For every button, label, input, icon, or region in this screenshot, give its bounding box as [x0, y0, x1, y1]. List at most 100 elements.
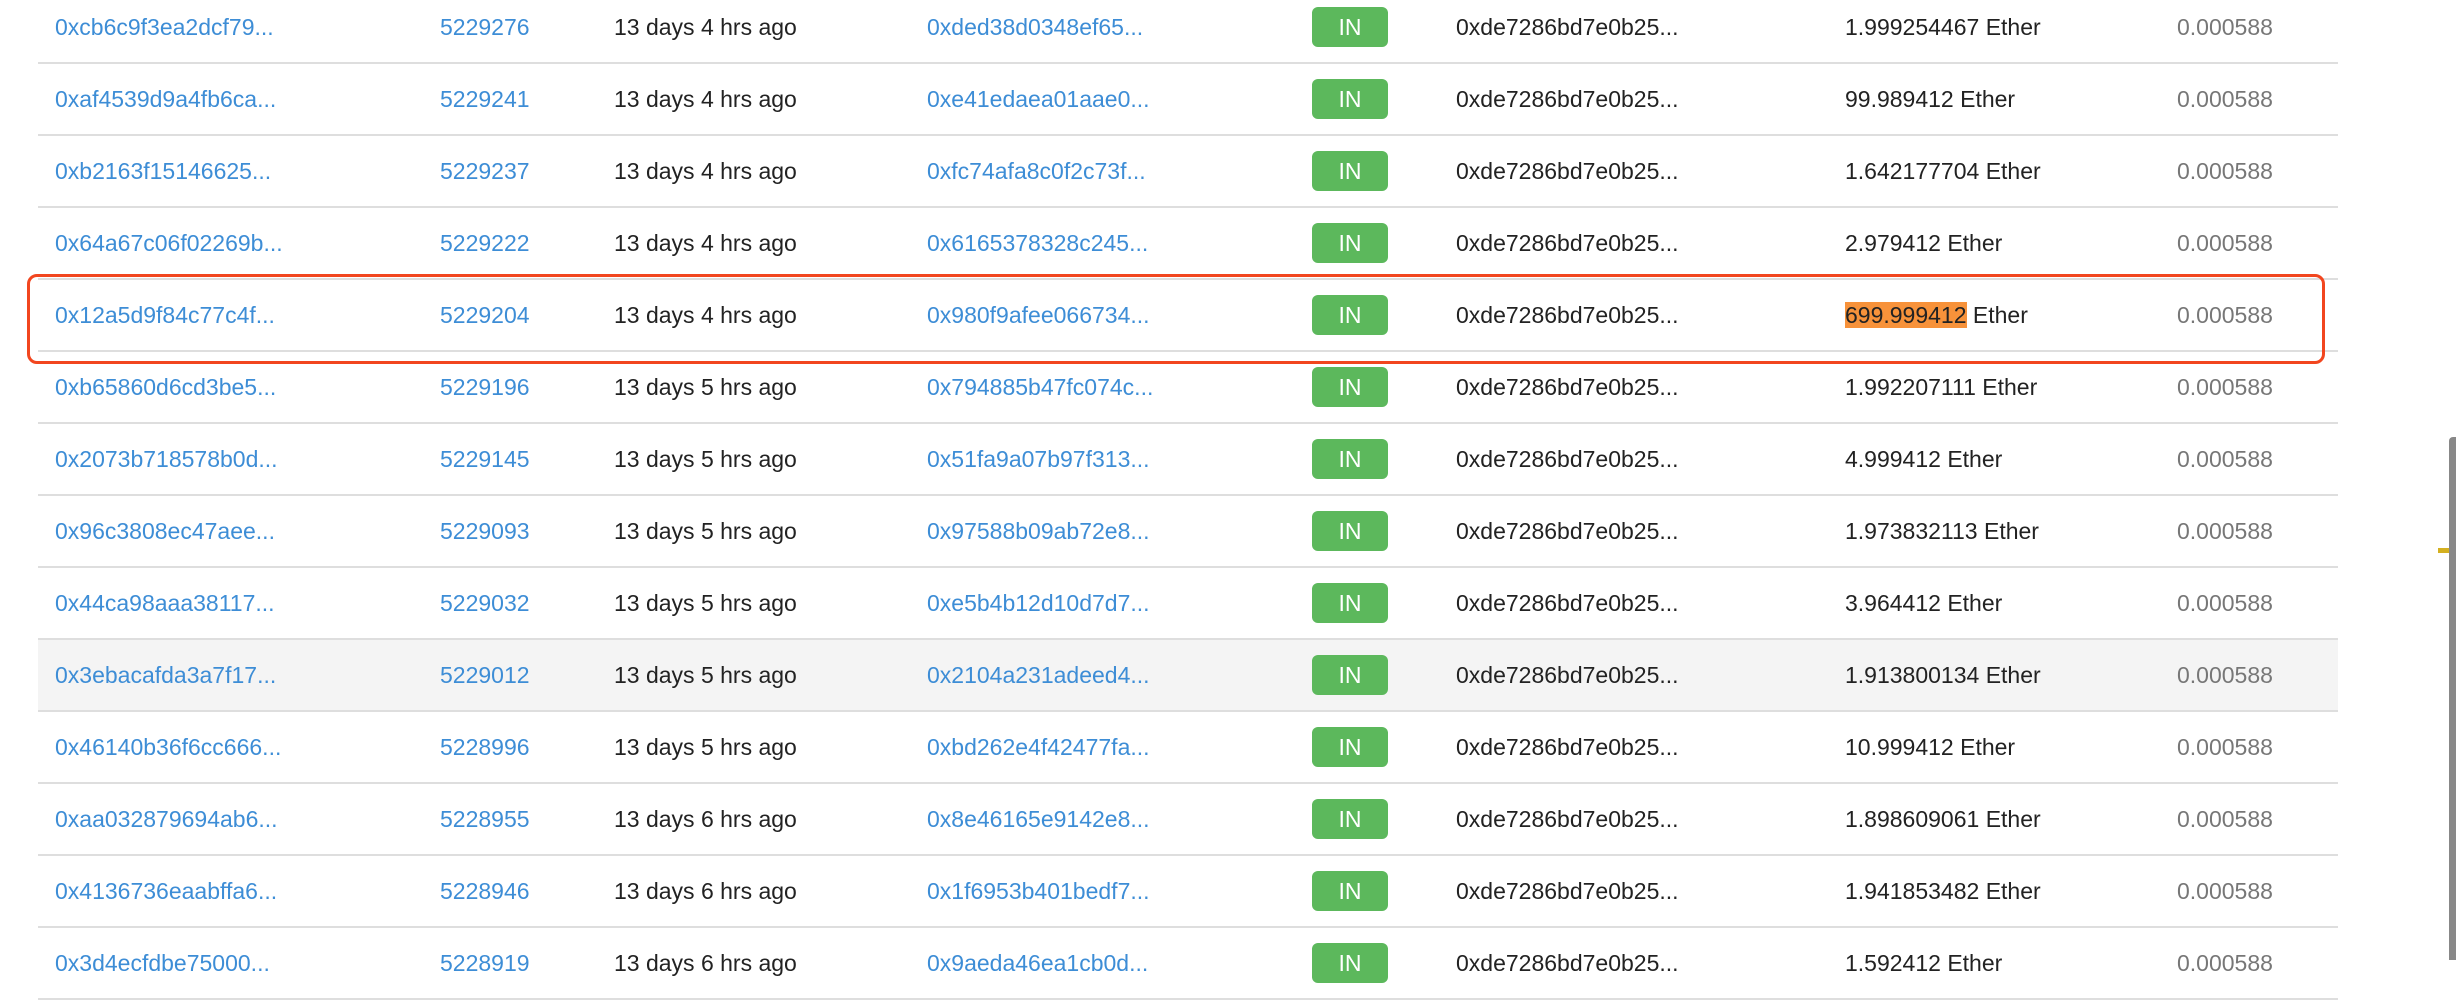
tx-hash-link[interactable]: 0x2073b718578b0d... [55, 424, 278, 494]
block-link[interactable]: 5229237 [440, 136, 530, 206]
tx-hash-link[interactable]: 0xb65860d6cd3be5... [55, 352, 276, 422]
tx-hash-link[interactable]: 0xb2163f15146625... [55, 136, 271, 206]
tx-fee: 0.000588 [2177, 302, 2273, 328]
block-link[interactable]: 5229222 [440, 208, 530, 278]
tx-hash-link[interactable]: 0x3ebacafda3a7f17... [55, 640, 276, 710]
block-link[interactable]: 5228946 [440, 856, 530, 926]
table-row: 0xcb6c9f3ea2dcf79... 5229276 13 days 4 h… [38, 0, 2338, 64]
value-unit: Ether [1966, 302, 2028, 328]
tx-fee: 0.000588 [2177, 86, 2273, 112]
tx-hash-link[interactable]: 0xcb6c9f3ea2dcf79... [55, 0, 274, 62]
direction-badge: IN [1312, 223, 1388, 263]
to-address: 0xde7286bd7e0b25... [1456, 302, 1679, 328]
from-address-link[interactable]: 0x2104a231adeed4... [927, 640, 1150, 710]
tx-hash-link[interactable]: 0x46140b36f6cc666... [55, 712, 281, 782]
direction-badge: IN [1312, 367, 1388, 407]
block-link[interactable]: 5229032 [440, 568, 530, 638]
direction-badge: IN [1312, 871, 1388, 911]
age: 13 days 4 hrs ago [614, 302, 797, 328]
table-row: 0xaf4539d9a4fb6ca... 5229241 13 days 4 h… [38, 64, 2338, 136]
block-link[interactable]: 5229196 [440, 352, 530, 422]
from-address-link[interactable]: 0xded38d0348ef65... [927, 0, 1143, 62]
table-row: 0x64a67c06f02269b... 5229222 13 days 4 h… [38, 208, 2338, 280]
from-address-link[interactable]: 0x794885b47fc074c... [927, 352, 1153, 422]
from-address-link[interactable]: 0x1f6953b401bedf7... [927, 856, 1150, 926]
to-address: 0xde7286bd7e0b25... [1456, 734, 1679, 760]
age: 13 days 6 hrs ago [614, 950, 797, 976]
direction-badge: IN [1312, 439, 1388, 479]
from-address-link[interactable]: 0x8e46165e9142e8... [927, 784, 1150, 854]
block-link[interactable]: 5229012 [440, 640, 530, 710]
table-row: 0x46140b36f6cc666... 5228996 13 days 5 h… [38, 712, 2338, 784]
value-text: 1.592412 Ether [1845, 950, 2003, 976]
direction-badge: IN [1312, 79, 1388, 119]
from-address-link[interactable]: 0xfc74afa8c0f2c73f... [927, 136, 1146, 206]
value-text: 1.973832113 Ether [1845, 518, 2039, 544]
direction-badge: IN [1312, 799, 1388, 839]
value-text: 1.992207111 Ether [1845, 374, 2038, 400]
value: 1.973832113 Ether [1845, 496, 2039, 566]
value-text: 1.642177704 Ether [1845, 158, 2041, 184]
transactions-table: 0xcb6c9f3ea2dcf79... 5229276 13 days 4 h… [38, 0, 2338, 1000]
table-row: 0x12a5d9f84c77c4f... 5229204 13 days 4 h… [38, 280, 2338, 352]
direction-badge: IN [1312, 151, 1388, 191]
value-text: 1.913800134 Ether [1845, 662, 2041, 688]
to-address: 0xde7286bd7e0b25... [1456, 878, 1679, 904]
value: 1.642177704 Ether [1845, 136, 2041, 206]
from-address-link[interactable]: 0xe41edaea01aae0... [927, 64, 1150, 134]
direction-badge: IN [1312, 655, 1388, 695]
to-address: 0xde7286bd7e0b25... [1456, 806, 1679, 832]
to-address: 0xde7286bd7e0b25... [1456, 374, 1679, 400]
scrollbar[interactable] [2449, 437, 2456, 960]
tx-fee: 0.000588 [2177, 518, 2273, 544]
direction-badge: IN [1312, 511, 1388, 551]
block-link[interactable]: 5229145 [440, 424, 530, 494]
table-row: 0x4136736eaabffa6... 5228946 13 days 6 h… [38, 856, 2338, 928]
block-link[interactable]: 5228996 [440, 712, 530, 782]
block-link[interactable]: 5229241 [440, 64, 530, 134]
table-row: 0xb65860d6cd3be5... 5229196 13 days 5 hr… [38, 352, 2338, 424]
direction-badge: IN [1312, 943, 1388, 983]
direction-badge: IN [1312, 295, 1388, 335]
from-address-link[interactable]: 0x97588b09ab72e8... [927, 496, 1150, 566]
table-row: 0xaa032879694ab6... 5228955 13 days 6 hr… [38, 784, 2338, 856]
tx-fee: 0.000588 [2177, 878, 2273, 904]
from-address-link[interactable]: 0x980f9afee066734... [927, 280, 1150, 350]
value-text: 1.898609061 Ether [1845, 806, 2041, 832]
block-link[interactable]: 5229204 [440, 280, 530, 350]
value-text: 1.999254467 Ether [1845, 14, 2041, 40]
value: 699.999412 Ether [1845, 280, 2028, 350]
table-row: 0x96c3808ec47aee... 5229093 13 days 5 hr… [38, 496, 2338, 568]
from-address-link[interactable]: 0xbd262e4f42477fa... [927, 712, 1150, 782]
from-address-link[interactable]: 0x6165378328c245... [927, 208, 1148, 278]
tx-fee: 0.000588 [2177, 662, 2273, 688]
from-address-link[interactable]: 0xe5b4b12d10d7d7... [927, 568, 1150, 638]
from-address-link[interactable]: 0x9aeda46ea1cb0d... [927, 928, 1148, 998]
block-link[interactable]: 5228955 [440, 784, 530, 854]
value: 1.941853482 Ether [1845, 856, 2041, 926]
age: 13 days 5 hrs ago [614, 590, 797, 616]
value: 1.898609061 Ether [1845, 784, 2041, 854]
to-address: 0xde7286bd7e0b25... [1456, 158, 1679, 184]
tx-hash-link[interactable]: 0x4136736eaabffa6... [55, 856, 277, 926]
tx-hash-link[interactable]: 0x96c3808ec47aee... [55, 496, 275, 566]
direction-badge: IN [1312, 583, 1388, 623]
tx-hash-link[interactable]: 0x44ca98aaa38117... [55, 568, 275, 638]
tx-hash-link[interactable]: 0x3d4ecfdbe75000... [55, 928, 270, 998]
value-text: 10.999412 Ether [1845, 734, 2016, 760]
value: 2.979412 Ether [1845, 208, 2002, 278]
tx-hash-link[interactable]: 0xaf4539d9a4fb6ca... [55, 64, 276, 134]
to-address: 0xde7286bd7e0b25... [1456, 14, 1679, 40]
tx-hash-link[interactable]: 0x64a67c06f02269b... [55, 208, 283, 278]
age: 13 days 5 hrs ago [614, 518, 797, 544]
from-address-link[interactable]: 0x51fa9a07b97f313... [927, 424, 1150, 494]
tx-fee: 0.000588 [2177, 950, 2273, 976]
block-link[interactable]: 5228919 [440, 928, 530, 998]
block-link[interactable]: 5229276 [440, 0, 530, 62]
tx-hash-link[interactable]: 0xaa032879694ab6... [55, 784, 278, 854]
tx-hash-link[interactable]: 0x12a5d9f84c77c4f... [55, 280, 275, 350]
tx-fee: 0.000588 [2177, 374, 2273, 400]
value-text: 2.979412 Ether [1845, 230, 2003, 256]
to-address: 0xde7286bd7e0b25... [1456, 518, 1679, 544]
block-link[interactable]: 5229093 [440, 496, 530, 566]
